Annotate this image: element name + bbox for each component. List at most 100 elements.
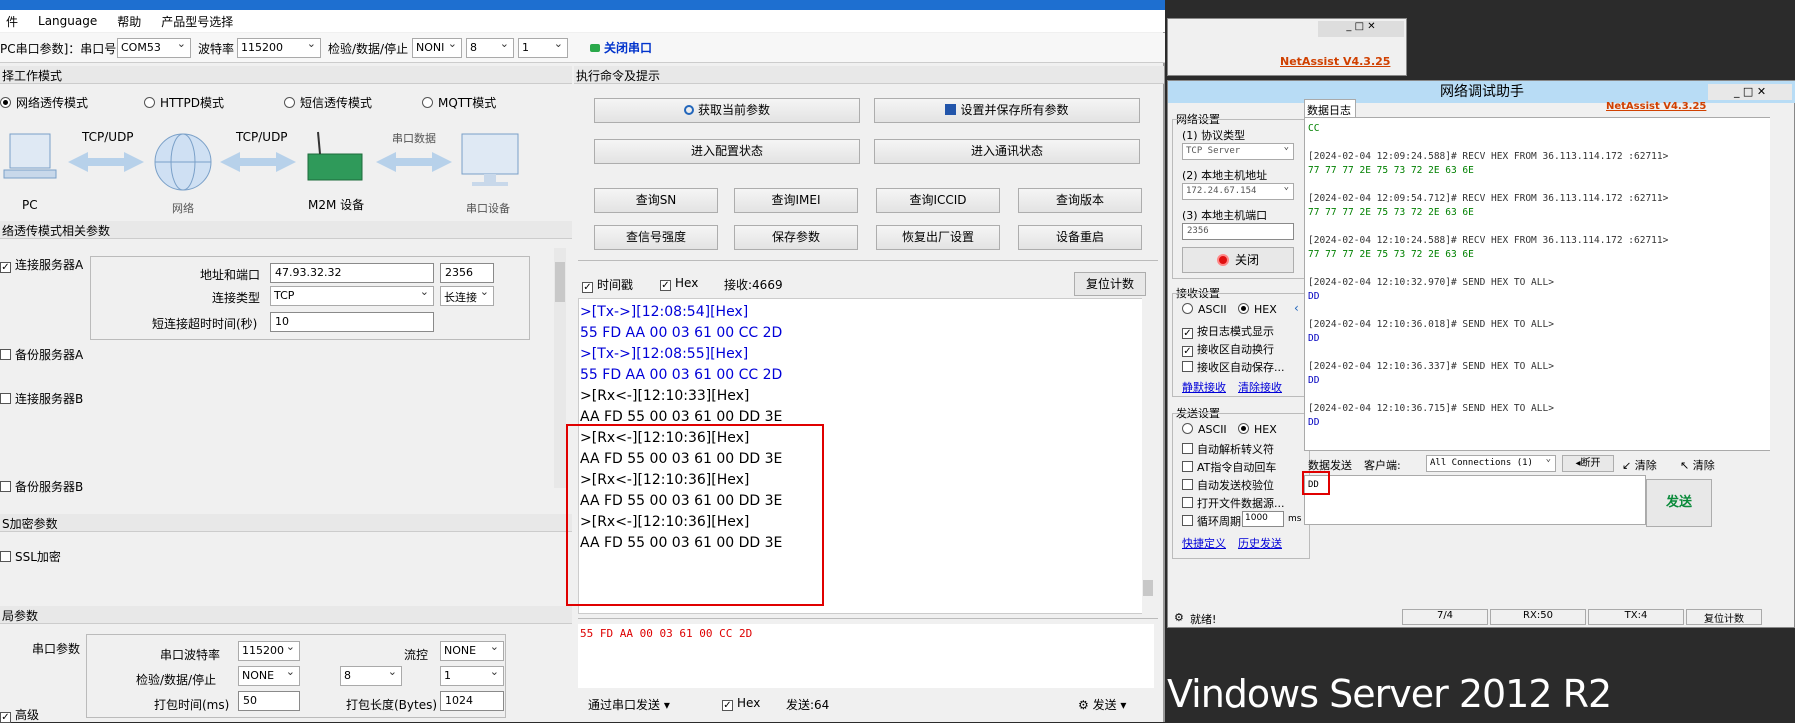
window-controls[interactable]: _ □ ✕: [1708, 84, 1792, 100]
get-params-button[interactable]: 获取当前参数: [594, 98, 860, 123]
status-reset-button[interactable]: 复位计数: [1686, 609, 1762, 625]
enter-config-button[interactable]: 进入配置状态: [594, 139, 860, 164]
short-timeout-input[interactable]: 10: [270, 312, 434, 332]
flow-select[interactable]: NONE: [440, 641, 504, 661]
clear-log-button[interactable]: ↖ 清除: [1680, 457, 1715, 473]
conn-mode-select[interactable]: 长连接: [440, 286, 494, 306]
databits-select[interactable]: 8: [466, 38, 514, 58]
history-send-link[interactable]: 历史发送: [1238, 535, 1282, 551]
ssl-checkbox[interactable]: SSL加密: [0, 548, 61, 565]
factory-reset-button[interactable]: 恢复出厂设置: [876, 225, 1000, 250]
mode-sms[interactable]: 短信透传模式: [284, 94, 372, 111]
window-controls[interactable]: _ □ ✕: [1318, 21, 1404, 37]
splitter[interactable]: [578, 618, 1158, 622]
send-input[interactable]: DD: [1304, 475, 1646, 525]
data-log-tab[interactable]: 数据日志: [1304, 99, 1356, 117]
port-select[interactable]: COM53: [117, 38, 191, 58]
checkbox-icon: [1182, 361, 1193, 372]
menu-product-select[interactable]: 产品型号选择: [161, 13, 233, 30]
na-send-button[interactable]: 发送: [1646, 479, 1712, 527]
enter-comm-button[interactable]: 进入通讯状态: [874, 139, 1140, 164]
cycle-input[interactable]: 1000: [1242, 511, 1284, 527]
global-parity-select[interactable]: NONE: [238, 666, 300, 686]
close-port-button[interactable]: 关闭串口: [590, 37, 660, 59]
auto-escape-checkbox[interactable]: 自动解析转义符: [1182, 441, 1274, 457]
mode-httpd[interactable]: HTTPD模式: [144, 94, 224, 111]
auto-save-checkbox[interactable]: 接收区自动保存...: [1182, 359, 1285, 375]
auto-wrap-checkbox[interactable]: ✓ 接收区自动换行: [1182, 341, 1274, 357]
menu-help[interactable]: 帮助: [117, 13, 141, 30]
pack-time-input[interactable]: 50: [238, 691, 300, 711]
send-ascii-radio[interactable]: ASCII: [1182, 423, 1227, 436]
log-mode-checkbox[interactable]: ✓ 按日志模式显示: [1182, 323, 1274, 339]
menu-file[interactable]: 件: [6, 13, 18, 30]
server-b-checkbox[interactable]: 连接服务器B: [0, 390, 83, 407]
collapse-arrow-icon[interactable]: ‹: [1294, 301, 1302, 321]
send-hex-checkbox[interactable]: ✓ Hex: [722, 696, 760, 711]
global-databits-select[interactable]: 8: [340, 666, 402, 686]
brand-link[interactable]: NetAssist V4.3.25: [1280, 55, 1390, 68]
open-file-checkbox[interactable]: 打开文件数据源...: [1182, 495, 1285, 511]
silent-recv-link[interactable]: 静默接收: [1182, 379, 1226, 395]
parity-select[interactable]: NONI: [412, 38, 462, 58]
client-select[interactable]: All Connections (1): [1426, 455, 1556, 472]
hex-label: HEX: [1254, 303, 1277, 316]
brand-link[interactable]: NetAssist V4.3.25: [1606, 101, 1706, 112]
local-port-input[interactable]: 2356: [1182, 223, 1294, 240]
scrollbar-thumb[interactable]: [555, 262, 565, 302]
backup-a-checkbox[interactable]: 备份服务器A: [0, 346, 83, 363]
cycle-checkbox[interactable]: 循环周期: [1182, 513, 1241, 529]
clear-recv-link[interactable]: 清除接收: [1238, 379, 1282, 395]
port-input[interactable]: 2356: [440, 263, 494, 283]
pack-len-input[interactable]: 1024: [440, 691, 504, 711]
send-button[interactable]: ⚙ 发送 ▾: [1078, 696, 1126, 713]
params-scrollbar[interactable]: [554, 248, 566, 488]
at-return-checkbox[interactable]: AT指令自动回车: [1182, 459, 1276, 475]
quick-define-link[interactable]: 快捷定义: [1182, 535, 1226, 551]
disconnect-button[interactable]: ◂断开: [1562, 455, 1614, 472]
diagram-link2-label: TCP/UDP: [236, 130, 288, 144]
menu-language[interactable]: Language: [38, 14, 97, 28]
mode-mqtt[interactable]: MQTT模式: [422, 94, 496, 111]
global-stopbits-select[interactable]: 1: [440, 666, 504, 686]
status-tx: TX:4: [1588, 609, 1684, 625]
query-sn-button[interactable]: 查询SN: [594, 188, 718, 213]
auto-checksum-checkbox[interactable]: 自动发送校验位: [1182, 477, 1274, 493]
receive-line: AA FD 55 00 03 61 00 DD 3E: [580, 409, 783, 425]
advanced-checkbox[interactable]: ✓ 高级: [0, 706, 39, 723]
local-host-select[interactable]: 172.24.67.154: [1182, 183, 1294, 200]
log-line: 77 77 77 2E 75 73 72 2E 63 6E: [1308, 207, 1474, 218]
conn-type-select[interactable]: TCP: [270, 286, 434, 306]
log-scrollbar[interactable]: [1770, 117, 1782, 451]
protocol-select[interactable]: TCP Server: [1182, 143, 1294, 160]
receive-scrollbar[interactable]: [1142, 298, 1154, 614]
scrollbar-thumb[interactable]: [1143, 580, 1153, 596]
recv-hex-checkbox[interactable]: ✓ Hex: [660, 276, 698, 291]
save-params-button[interactable]: 保存参数: [734, 225, 858, 250]
stopbits-select[interactable]: 1: [518, 38, 568, 58]
query-signal-button[interactable]: 查信号强度: [594, 225, 718, 250]
recv-ascii-radio[interactable]: ASCII: [1182, 303, 1227, 316]
backup-b-checkbox[interactable]: 备份服务器B: [0, 478, 83, 495]
query-version-button[interactable]: 查询版本: [1018, 188, 1142, 213]
query-imei-button[interactable]: 查询IMEI: [734, 188, 858, 213]
server-a-checkbox[interactable]: ✓ 连接服务器A: [0, 256, 83, 273]
recv-hex-radio[interactable]: HEX: [1238, 303, 1277, 316]
global-baud-select[interactable]: 115200: [238, 641, 300, 661]
clear-send-button[interactable]: ↙ 清除: [1622, 457, 1657, 473]
splitter[interactable]: [578, 260, 1158, 264]
timestamp-checkbox[interactable]: ✓ 时间戳: [582, 276, 633, 293]
restart-button[interactable]: 设备重启: [1018, 225, 1142, 250]
save-all-button[interactable]: 设置并保存所有参数: [874, 98, 1140, 123]
baud-select[interactable]: 115200: [237, 38, 321, 58]
send-via-dropdown[interactable]: 通过串口发送 ▾: [588, 696, 670, 713]
diagram-network-label: 网络: [172, 202, 194, 215]
send-area[interactable]: 55 FD AA 00 03 61 00 CC 2D: [578, 624, 1154, 688]
transparent-params-header: 络透传模式相关参数: [0, 221, 572, 239]
mode-network-transparent[interactable]: 网络透传模式: [0, 94, 88, 111]
send-hex-radio[interactable]: HEX: [1238, 423, 1277, 436]
query-iccid-button[interactable]: 查询ICCID: [876, 188, 1000, 213]
reset-count-button[interactable]: 复位计数: [1074, 272, 1146, 296]
address-input[interactable]: 47.93.32.32: [270, 263, 434, 283]
close-connection-button[interactable]: 关闭: [1182, 247, 1294, 273]
